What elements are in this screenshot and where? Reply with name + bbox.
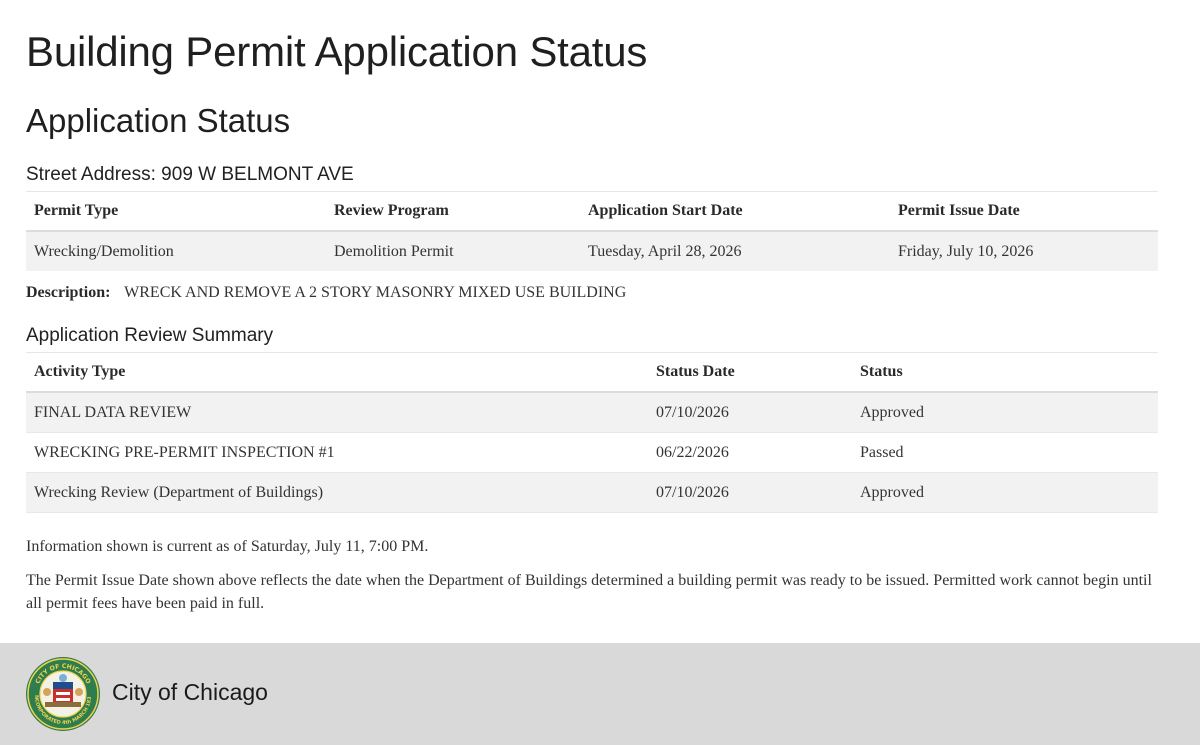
status: Approved xyxy=(860,483,924,501)
description-label: Description: xyxy=(26,284,111,301)
col-permit-type: Permit Type xyxy=(34,202,119,219)
review-summary-table: Activity Type Status Date Status FINAL D… xyxy=(26,352,1158,513)
site-footer: CITY OF CHICAGO INCORPORATED 4th MARCH 1… xyxy=(0,643,1200,745)
permit-issue-date-note: The Permit Issue Date shown above reflec… xyxy=(26,572,1152,612)
status-date: 06/22/2026 xyxy=(656,443,729,461)
status: Approved xyxy=(860,403,924,421)
activity-type: WRECKING PRE-PERMIT INSPECTION #1 xyxy=(34,443,335,461)
review-table-header: Activity Type Status Date Status xyxy=(26,353,1158,392)
review-summary-title: Application Review Summary xyxy=(26,325,274,346)
activity-type: Wrecking Review (Department of Buildings… xyxy=(34,483,324,501)
activity-type: FINAL DATA REVIEW xyxy=(34,403,192,421)
table-row: Wrecking Review (Department of Buildings… xyxy=(26,472,1158,513)
application-start-date-value: Tuesday, April 28, 2026 xyxy=(588,242,742,260)
table-row: FINAL DATA REVIEW 07/10/2026 Approved xyxy=(26,392,1158,433)
col-permit-issue-date: Permit Issue Date xyxy=(898,202,1020,219)
review-program-value: Demolition Permit xyxy=(334,242,454,260)
city-seal-icon[interactable]: CITY OF CHICAGO INCORPORATED 4th MARCH 1… xyxy=(23,652,101,732)
table-row: WRECKING PRE-PERMIT INSPECTION #1 06/22/… xyxy=(26,433,1158,473)
col-status: Status xyxy=(860,363,903,380)
street-address: Street Address: 909 W BELMONT AVE xyxy=(26,164,354,185)
description: Description: WRECK AND REMOVE A 2 STORY … xyxy=(26,284,626,302)
description-text: WRECK AND REMOVE A 2 STORY MASONRY MIXED… xyxy=(124,284,627,301)
col-activity-type: Activity Type xyxy=(34,363,126,380)
permit-issue-date-value: Friday, July 10, 2026 xyxy=(898,242,1034,260)
page-title: Building Permit Application Status xyxy=(26,28,648,75)
permit-type-value: Wrecking/Demolition xyxy=(34,242,174,260)
permit-table-header: Permit Type Review Program Application S… xyxy=(26,192,1158,231)
status-date: 07/10/2026 xyxy=(656,483,729,501)
col-application-start-date: Application Start Date xyxy=(588,202,743,219)
current-as-of-note: Information shown is current as of Satur… xyxy=(26,538,429,555)
permit-table: Permit Type Review Program Application S… xyxy=(26,191,1158,271)
status: Passed xyxy=(860,443,904,461)
table-row: Wrecking/Demolition Demolition Permit Tu… xyxy=(26,231,1158,271)
col-review-program: Review Program xyxy=(334,202,449,219)
city-name[interactable]: City of Chicago xyxy=(112,679,268,706)
status-date: 07/10/2026 xyxy=(656,403,729,421)
col-status-date: Status Date xyxy=(656,363,735,380)
section-title: Application Status xyxy=(26,102,291,139)
